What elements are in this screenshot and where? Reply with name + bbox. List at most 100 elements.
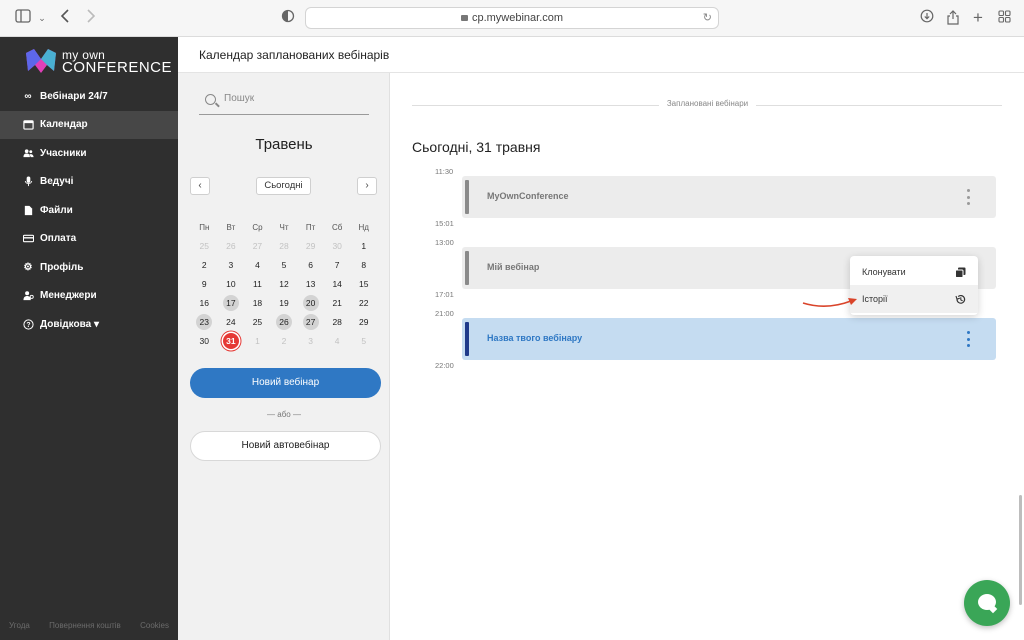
new-tab-icon[interactable]: + bbox=[969, 9, 987, 27]
calendar-day[interactable]: 25 bbox=[191, 236, 218, 255]
calendar-day[interactable]: 26 bbox=[218, 236, 245, 255]
microphone-icon bbox=[22, 176, 34, 188]
sidebar-item-files[interactable]: Файли bbox=[0, 196, 178, 225]
calendar-day[interactable]: 7 bbox=[324, 255, 351, 274]
calendar-day[interactable]: 21 bbox=[324, 293, 351, 312]
back-arrow-icon[interactable] bbox=[56, 9, 74, 27]
calendar-day[interactable]: 18 bbox=[244, 293, 271, 312]
calendar-day[interactable]: 28 bbox=[271, 236, 298, 255]
calendar-day-with-event[interactable]: 20 bbox=[297, 293, 324, 312]
event-card-selected[interactable]: Назва твого вебінару bbox=[462, 318, 996, 360]
event-title: MyOwnConference bbox=[487, 191, 569, 201]
calendar-day[interactable]: 1 bbox=[244, 331, 271, 350]
calendar-day[interactable]: 9 bbox=[191, 274, 218, 293]
sidebar-item-participants[interactable]: Учасники bbox=[0, 139, 178, 168]
calendar-day-with-event[interactable]: 27 bbox=[297, 312, 324, 331]
sidebar-item-hosts[interactable]: Ведучі bbox=[0, 168, 178, 197]
event-card[interactable]: MyOwnConference bbox=[462, 176, 996, 218]
calendar-day[interactable]: 3 bbox=[297, 331, 324, 350]
sidebar-item-label: Учасники bbox=[40, 148, 87, 159]
calendar-day[interactable]: 6 bbox=[297, 255, 324, 274]
logo[interactable]: my own CONFERENCE bbox=[24, 47, 164, 77]
logo-icon bbox=[24, 47, 58, 75]
event-start-time: 11:30 bbox=[435, 167, 453, 176]
calendar-day[interactable]: 2 bbox=[271, 331, 298, 350]
new-autowebinar-button[interactable]: Новий автовебінар bbox=[190, 431, 381, 461]
chevron-down-icon[interactable]: ⌄ bbox=[33, 9, 51, 27]
weekday-label: Нд bbox=[350, 223, 377, 232]
calendar-day[interactable]: 27 bbox=[244, 236, 271, 255]
calendar-day[interactable]: 12 bbox=[271, 274, 298, 293]
today-button[interactable]: Сьогодні bbox=[256, 177, 311, 195]
calendar-day[interactable]: 5 bbox=[350, 331, 377, 350]
calendar-day[interactable]: 11 bbox=[244, 274, 271, 293]
more-options-icon[interactable] bbox=[966, 331, 970, 347]
sidebar-item-label: Календар bbox=[40, 119, 88, 130]
search-field[interactable] bbox=[199, 87, 369, 115]
chat-button[interactable] bbox=[964, 580, 1010, 626]
calendar-day[interactable]: 3 bbox=[218, 255, 245, 274]
calendar-day[interactable]: 28 bbox=[324, 312, 351, 331]
privacy-shield-icon[interactable] bbox=[279, 9, 297, 27]
sidebar-item-profile[interactable]: ⚙ Профіль bbox=[0, 253, 178, 282]
sidebar-item-label: Профіль bbox=[40, 262, 83, 273]
calendar-day[interactable]: 29 bbox=[297, 236, 324, 255]
calendar-day[interactable]: 2 bbox=[191, 255, 218, 274]
history-icon bbox=[955, 294, 966, 305]
calendar-day[interactable]: 29 bbox=[350, 312, 377, 331]
browser-toolbar: ⌄ cp.mywebinar.com ↻ + bbox=[0, 0, 1024, 37]
calendar-day[interactable]: 30 bbox=[191, 331, 218, 350]
menu-item-label: Історії bbox=[862, 294, 888, 304]
calendar-panel: Травень ‹ Сьогодні › Пн Вт Ср Чт Пт Сб Н… bbox=[178, 73, 390, 640]
next-month-button[interactable]: › bbox=[357, 177, 377, 195]
calendar-day[interactable]: 4 bbox=[324, 331, 351, 350]
menu-item-clone[interactable]: Клонувати bbox=[850, 258, 978, 286]
calendar-day[interactable]: 13 bbox=[297, 274, 324, 293]
weekday-label: Вт bbox=[218, 223, 245, 232]
reload-icon[interactable]: ↻ bbox=[703, 8, 712, 28]
calendar-day[interactable]: 30 bbox=[324, 236, 351, 255]
calendar-day[interactable]: 5 bbox=[271, 255, 298, 274]
calendar-day[interactable]: 24 bbox=[218, 312, 245, 331]
calendar-day[interactable]: 25 bbox=[244, 312, 271, 331]
address-bar[interactable]: cp.mywebinar.com ↻ bbox=[305, 7, 719, 29]
calendar-day-with-event[interactable]: 23 bbox=[191, 312, 218, 331]
new-webinar-button[interactable]: Новий вебінар bbox=[190, 368, 381, 398]
footer-link-refund[interactable]: Повернення коштів bbox=[46, 621, 124, 630]
calendar-day[interactable]: 14 bbox=[324, 274, 351, 293]
event-color-bar bbox=[465, 251, 469, 285]
sidebar-item-label: Вебінари 24/7 bbox=[40, 91, 108, 102]
footer-link-cookies[interactable]: Cookies bbox=[137, 621, 172, 630]
calendar-day[interactable]: 10 bbox=[218, 274, 245, 293]
prev-month-button[interactable]: ‹ bbox=[190, 177, 210, 195]
calendar-day[interactable]: 1 bbox=[350, 236, 377, 255]
calendar-day[interactable]: 19 bbox=[271, 293, 298, 312]
sidebar-item-webinars-247[interactable]: ∞ Вебінари 24/7 bbox=[0, 82, 178, 111]
calendar-day[interactable]: 16 bbox=[191, 293, 218, 312]
managers-icon bbox=[22, 290, 34, 302]
calendar-day-with-event[interactable]: 17 bbox=[218, 293, 245, 312]
menu-item-history[interactable]: Історії bbox=[850, 285, 978, 313]
more-options-icon[interactable] bbox=[966, 189, 970, 205]
calendar-day[interactable]: 15 bbox=[350, 274, 377, 293]
calendar-day[interactable]: 8 bbox=[350, 255, 377, 274]
sidebar-item-calendar[interactable]: Календар bbox=[0, 111, 178, 140]
calendar-week: 23 24 25 26 27 28 29 bbox=[191, 312, 377, 331]
footer-link-agreement[interactable]: Угода bbox=[6, 621, 33, 630]
scrollbar[interactable] bbox=[1019, 495, 1022, 605]
calendar-day[interactable]: 22 bbox=[350, 293, 377, 312]
sidebar-item-payment[interactable]: Оплата bbox=[0, 225, 178, 254]
share-icon[interactable] bbox=[944, 9, 962, 27]
calendar-day-with-event[interactable]: 26 bbox=[271, 312, 298, 331]
forward-arrow-icon[interactable] bbox=[82, 9, 100, 27]
sidebar-item-help[interactable]: ? Довідкова ▾ bbox=[0, 310, 178, 339]
tab-overview-icon[interactable] bbox=[995, 9, 1013, 27]
calendar-day-today[interactable]: 31 bbox=[218, 331, 245, 350]
calendar-day[interactable]: 4 bbox=[244, 255, 271, 274]
calendar-week: 9 10 11 12 13 14 15 bbox=[191, 274, 377, 293]
sidebar-toggle-icon[interactable] bbox=[14, 9, 32, 27]
sidebar-item-managers[interactable]: Менеджери bbox=[0, 282, 178, 311]
day-title: Сьогодні, 31 травня bbox=[412, 139, 540, 155]
search-input[interactable] bbox=[224, 93, 364, 104]
download-icon[interactable] bbox=[918, 9, 936, 27]
